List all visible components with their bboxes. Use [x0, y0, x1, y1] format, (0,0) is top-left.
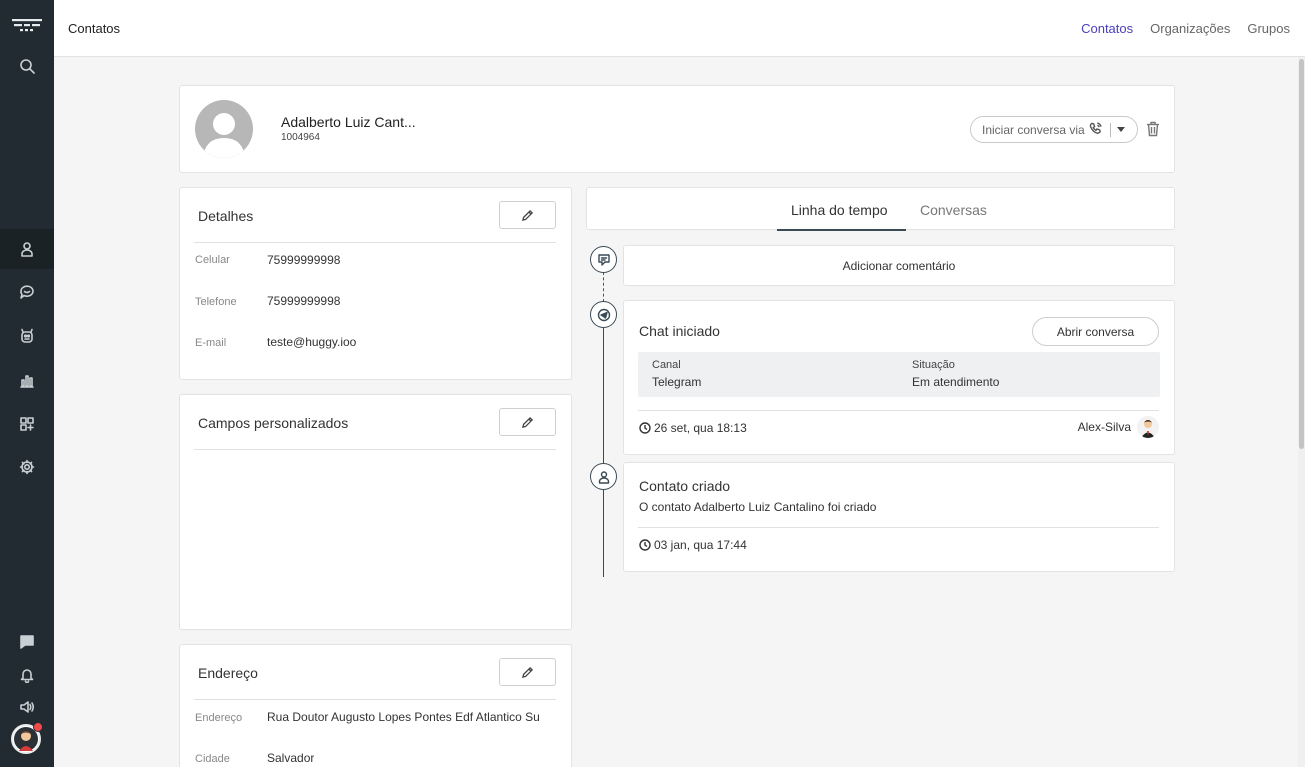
tabs-bar: Linha do tempo Conversas [586, 187, 1175, 231]
created-time: 03 jan, qua 17:44 [639, 538, 747, 552]
field-value-telefone: 75999999998 [267, 294, 341, 308]
nav-grupos[interactable]: Grupos [1247, 21, 1290, 36]
huggy-logo-icon[interactable] [0, 6, 54, 46]
page-title: Contatos [68, 21, 121, 36]
apps-icon[interactable] [0, 404, 54, 444]
clock-icon [639, 422, 651, 434]
open-conversation-button[interactable]: Abrir conversa [1032, 317, 1159, 346]
pencil-icon [521, 209, 534, 221]
trash-icon[interactable] [1146, 121, 1160, 142]
phone-icon [1085, 121, 1102, 138]
edit-address-button[interactable] [499, 658, 556, 686]
contact-header-card: Adalberto Luiz Cant... 1004964 Iniciar c… [179, 85, 1175, 173]
edit-details-button[interactable] [499, 201, 556, 229]
field-value-email: teste@huggy.ioo [267, 335, 357, 349]
custom-fields-card: Campos personalizados [179, 394, 572, 630]
chat-started-card: Chat iniciado Abrir conversa Canal Teleg… [623, 300, 1175, 455]
clock-icon [639, 539, 651, 551]
notification-badge [33, 722, 43, 732]
chat-info-box: Canal Telegram Situação Em atendimento [638, 352, 1160, 397]
page-scrollbar[interactable] [1298, 57, 1305, 767]
chat-time: 26 set, qua 18:13 [639, 421, 747, 435]
field-value-cidade: Salvador [267, 751, 315, 765]
user-icon [590, 463, 617, 490]
nav-organizacoes[interactable]: Organizações [1150, 21, 1230, 36]
chats-icon[interactable] [0, 272, 54, 312]
reports-icon[interactable] [0, 360, 54, 400]
details-card: Detalhes Celular 75999999998 Telefone 75… [179, 187, 572, 380]
agent-name: Alex-Silva [1077, 420, 1131, 434]
sidebar [0, 0, 54, 767]
status-value: Em atendimento [912, 375, 1000, 389]
settings-icon[interactable] [0, 447, 54, 487]
scrollbar-thumb[interactable] [1299, 59, 1304, 449]
chevron-down-icon[interactable] [1116, 127, 1125, 132]
field-label-cidade: Cidade [195, 753, 230, 765]
field-label-endereco: Endereço [195, 712, 243, 724]
pencil-icon [521, 666, 534, 678]
contact-name: Adalberto Luiz Cant... [281, 114, 416, 130]
speaker-icon[interactable] [0, 687, 54, 727]
edit-custom-fields-button[interactable] [499, 408, 556, 436]
contact-avatar [195, 100, 253, 158]
open-conversation-label: Abrir conversa [1056, 324, 1135, 339]
pencil-icon [521, 416, 534, 428]
field-value-endereco: Rua Doutor Augusto Lopes Pontes Edf Atla… [267, 710, 540, 724]
contact-created-card: Contato criado O contato Adalberto Luiz … [623, 462, 1175, 572]
start-conversation-button[interactable]: Iniciar conversa via [970, 116, 1138, 143]
contacts-icon[interactable] [0, 229, 54, 269]
field-label-telefone: Telefone [195, 296, 237, 308]
active-tab-indicator [777, 229, 906, 231]
chat-started-title: Chat iniciado [639, 323, 720, 339]
contact-id: 1004964 [281, 132, 320, 143]
tab-linha-do-tempo[interactable]: Linha do tempo [791, 202, 888, 218]
bot-icon[interactable] [0, 316, 54, 356]
add-comment-button[interactable]: Adicionar comentário [623, 245, 1175, 286]
details-title: Detalhes [198, 208, 254, 224]
contact-created-title: Contato criado [639, 478, 731, 494]
field-label-celular: Celular [195, 254, 230, 266]
custom-fields-title: Campos personalizados [198, 415, 349, 431]
tab-conversas[interactable]: Conversas [920, 202, 987, 218]
topbar: Contatos Contatos Organizações Grupos [54, 0, 1305, 57]
address-card: Endereço Endereço Rua Doutor Augusto Lop… [179, 644, 572, 767]
address-title: Endereço [198, 665, 258, 681]
user-avatar[interactable] [11, 722, 43, 754]
comment-icon [590, 246, 617, 273]
agent-info: Alex-Silva [1078, 416, 1159, 438]
status-label: Situação [912, 359, 955, 371]
channel-label: Canal [652, 359, 681, 371]
agent-avatar [1137, 416, 1159, 438]
add-comment-label: Adicionar comentário [842, 258, 956, 273]
contact-created-description: O contato Adalberto Luiz Cantalino foi c… [639, 500, 877, 514]
telegram-icon [590, 301, 617, 328]
field-value-celular: 75999999998 [267, 253, 341, 267]
field-label-email: E-mail [195, 337, 227, 349]
channel-value: Telegram [652, 375, 702, 389]
search-icon[interactable] [0, 46, 54, 86]
nav-contatos[interactable]: Contatos [1081, 21, 1133, 36]
top-nav: Contatos Organizações Grupos [1081, 21, 1290, 36]
start-conversation-label: Iniciar conversa via [982, 122, 1085, 137]
